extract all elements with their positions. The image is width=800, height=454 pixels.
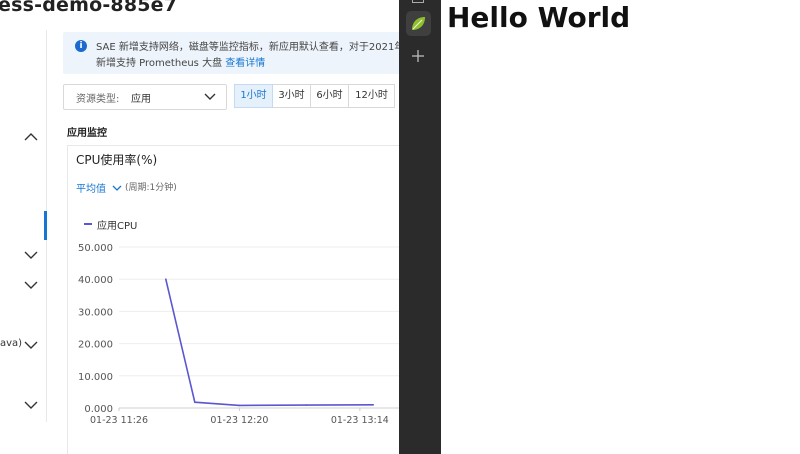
y-tick-label: 20.000: [78, 340, 113, 351]
y-tick-label: 0.000: [84, 404, 113, 415]
y-tick-label: 30.000: [78, 307, 113, 318]
y-tick-label: 40.000: [78, 275, 113, 286]
x-tick-label: 01-23 11:26: [90, 415, 148, 426]
x-tick-label: 01-23 13:14: [331, 415, 389, 426]
data-point: [165, 278, 167, 281]
data-point: [238, 404, 241, 407]
x-tick-label: 01-23 12:20: [210, 415, 268, 426]
hello-heading: Hello World: [447, 1, 631, 34]
y-tick-label: 50.000: [78, 243, 113, 254]
leaf-icon: [412, 17, 425, 30]
data-point: [194, 401, 196, 404]
side-dock: [399, 0, 441, 454]
series-line-app-cpu: [165, 279, 374, 407]
cpu-line-chart: 0.000 10.000 20.000 30.000 40.000 50.000 01-23…: [78, 243, 400, 426]
window-control-icon[interactable]: [412, 0, 424, 3]
data-point: [305, 404, 308, 406]
console-panel: ess-demo-885e7 ava) i SAE 新增支持网络，磁盘等监控指标…: [0, 0, 400, 454]
plus-icon[interactable]: [411, 49, 425, 63]
data-point: [372, 403, 375, 406]
y-tick-label: 10.000: [78, 372, 113, 383]
